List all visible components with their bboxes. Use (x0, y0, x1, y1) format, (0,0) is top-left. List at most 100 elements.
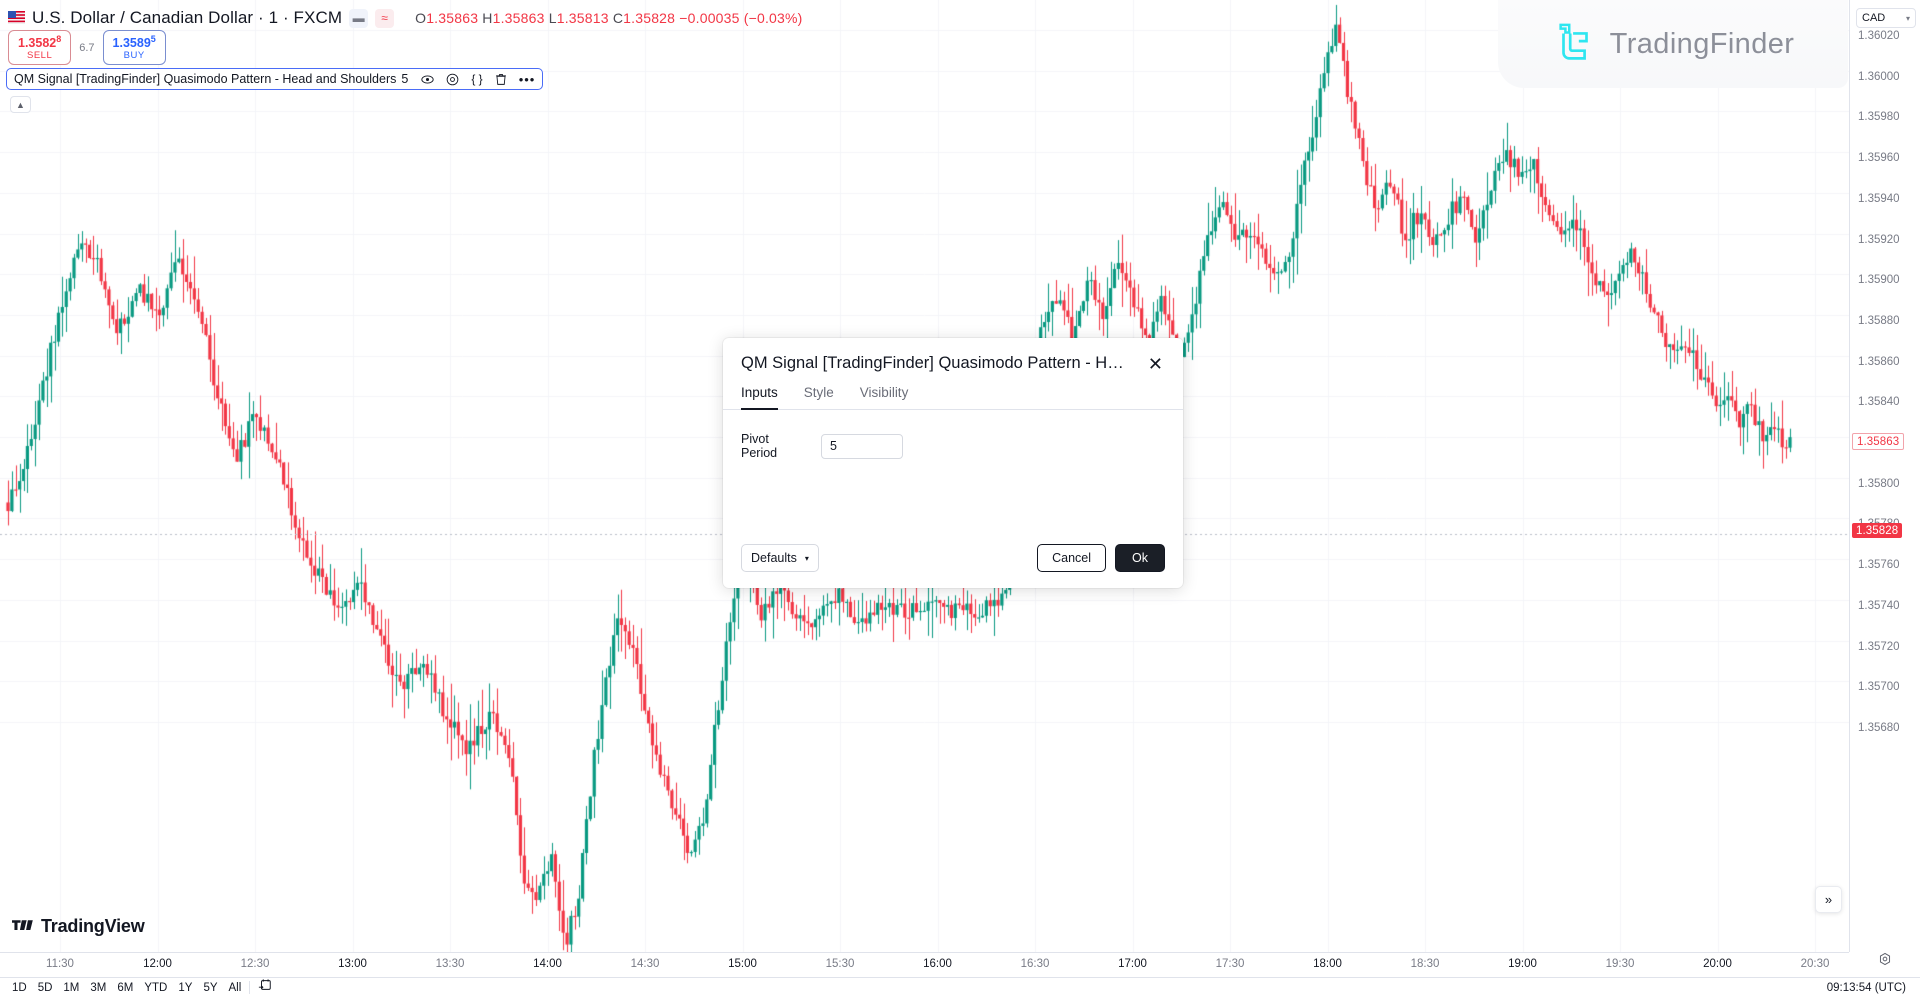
time-tick: 18:00 (1313, 958, 1342, 970)
tab-style[interactable]: Style (804, 385, 834, 409)
dialog-title: QM Signal [TradingFinder] Quasimodo Patt… (741, 354, 1146, 373)
time-tick: 18:30 (1411, 958, 1440, 970)
cancel-button[interactable]: Cancel (1037, 544, 1106, 572)
trade-buttons: 1.35828 SELL 6.7 1.35895 BUY (8, 30, 166, 65)
chevron-down-icon: ▾ (805, 554, 809, 563)
ohlc-open-value: 1.35863 (426, 10, 478, 26)
price-tag: 1.35828 (1852, 523, 1902, 538)
go-to-date-icon[interactable] (258, 978, 272, 997)
ohlc-low-value: 1.35813 (557, 10, 609, 26)
price-tick: 1.35940 (1858, 193, 1900, 205)
divider (249, 981, 250, 994)
bottom-toolbar: 1D 5D 1M 3M 6M YTD 1Y 5Y All 09:13:54 (UTC) (0, 977, 1920, 997)
chevron-down-icon: ▾ (1906, 14, 1910, 23)
tradingview-watermark: TradingView (12, 916, 145, 937)
time-tick: 15:30 (826, 958, 855, 970)
range-button-3m[interactable]: 3M (90, 982, 106, 994)
tab-inputs[interactable]: Inputs (741, 385, 778, 409)
range-button-5y[interactable]: 5Y (203, 982, 217, 994)
time-tick: 11:30 (46, 958, 74, 970)
pivot-period-label: Pivot Period (741, 432, 801, 460)
ohlc-low-label: L (549, 10, 557, 26)
pivot-period-field-row: Pivot Period (741, 432, 1165, 460)
buy-price: 1.35895 (113, 34, 156, 51)
tab-visibility[interactable]: Visibility (860, 385, 909, 409)
price-tick: 1.35760 (1858, 559, 1900, 571)
range-button-1m[interactable]: 1M (63, 982, 79, 994)
price-tick: 1.35840 (1858, 396, 1900, 408)
us-flag-icon (8, 11, 25, 25)
price-tick: 1.36000 (1858, 71, 1900, 83)
price-tick: 1.35800 (1858, 478, 1900, 490)
time-tick: 15:00 (728, 958, 757, 970)
tradingfinder-logo-icon (1552, 21, 1598, 67)
scroll-to-realtime-button[interactable]: » (1815, 886, 1842, 913)
collapse-legend-button[interactable]: ▲ (10, 96, 31, 113)
double-chevron-right-icon: » (1825, 892, 1832, 907)
sell-price: 1.35828 (18, 34, 61, 51)
range-button-5d[interactable]: 5D (38, 982, 53, 994)
range-buttons: 1D 5D 1M 3M 6M YTD 1Y 5Y All (0, 982, 241, 994)
clock-label: 09:13:54 (UTC) (1827, 982, 1920, 994)
more-icon[interactable]: ••• (519, 72, 536, 87)
price-scale[interactable]: CAD ▾ 1.360201.360001.359801.359601.3594… (1849, 0, 1920, 952)
indicator-value: 5 (401, 72, 408, 86)
range-button-ytd[interactable]: YTD (144, 982, 167, 994)
price-tick: 1.35740 (1858, 600, 1900, 612)
price-tick: 1.36020 (1858, 30, 1900, 42)
symbol-title[interactable]: U.S. Dollar / Canadian Dollar · 1 · FXCM (32, 8, 342, 28)
spread-value: 6.7 (79, 42, 94, 54)
source-code-icon[interactable]: { } (471, 72, 482, 86)
range-button-1d[interactable]: 1D (12, 982, 27, 994)
bar-chart-icon[interactable]: ▬ (349, 9, 368, 28)
tradingview-chart-page: CAD ▾ 1.360201.360001.359801.359601.3594… (0, 0, 1920, 997)
ok-button[interactable]: Ok (1115, 544, 1165, 572)
time-tick: 16:00 (923, 958, 952, 970)
buy-button[interactable]: 1.35895 BUY (103, 30, 166, 65)
symbol-legend: U.S. Dollar / Canadian Dollar · 1 · FXCM… (8, 8, 803, 28)
settings-icon[interactable] (446, 73, 459, 86)
range-button-1y[interactable]: 1Y (178, 982, 192, 994)
time-tick: 13:30 (436, 958, 465, 970)
pivot-period-input[interactable] (821, 434, 903, 459)
time-tick: 16:30 (1021, 958, 1050, 970)
tradingview-watermark-text: TradingView (41, 916, 145, 937)
ohlc-values: O1.35863 H1.35863 L1.35813 C1.35828 −0.0… (415, 10, 802, 26)
ohlc-high-value: 1.35863 (493, 10, 545, 26)
indicator-legend[interactable]: QM Signal [TradingFinder] Quasimodo Patt… (6, 68, 543, 90)
price-tick: 1.35960 (1858, 152, 1900, 164)
dialog-footer: Defaults ▾ Cancel Ok (723, 544, 1183, 588)
ohlc-close-label: C (613, 10, 623, 26)
defaults-button[interactable]: Defaults ▾ (741, 544, 819, 572)
range-button-6m[interactable]: 6M (117, 982, 133, 994)
currency-select[interactable]: CAD ▾ (1856, 8, 1916, 28)
price-tag: 1.35863 (1852, 433, 1904, 450)
indicator-settings-dialog[interactable]: QM Signal [TradingFinder] Quasimodo Patt… (723, 338, 1183, 588)
time-tick: 20:30 (1801, 958, 1830, 970)
time-tick: 14:00 (533, 958, 562, 970)
gear-icon[interactable] (1878, 952, 1892, 969)
time-tick: 17:00 (1118, 958, 1147, 970)
chevron-up-icon: ▲ (16, 100, 25, 110)
dialog-body: Pivot Period (723, 410, 1183, 544)
currency-label: CAD (1862, 12, 1885, 24)
price-tick: 1.35900 (1858, 274, 1900, 286)
time-tick: 19:30 (1606, 958, 1635, 970)
price-tick: 1.35880 (1858, 315, 1900, 327)
time-scale[interactable]: 11:3012:0012:3013:0013:3014:0014:3015:00… (0, 952, 1849, 977)
price-tick: 1.35720 (1858, 641, 1900, 653)
dialog-header: QM Signal [TradingFinder] Quasimodo Patt… (723, 338, 1183, 373)
dialog-tabs: Inputs Style Visibility (723, 373, 1183, 410)
ohlc-open-label: O (415, 10, 426, 26)
sell-button[interactable]: 1.35828 SELL (8, 30, 71, 65)
delete-icon[interactable] (495, 73, 507, 86)
close-icon[interactable]: ✕ (1146, 355, 1165, 373)
ohlc-change: −0.00035 (−0.03%) (679, 10, 802, 26)
wave-icon[interactable]: ≈ (375, 9, 394, 28)
range-button-all[interactable]: All (229, 982, 242, 994)
time-tick: 14:30 (631, 958, 660, 970)
time-tick: 20:00 (1703, 958, 1732, 970)
eye-icon[interactable] (421, 73, 434, 86)
price-tick: 1.35860 (1858, 356, 1900, 368)
tradingfinder-brand-name: TradingFinder (1610, 28, 1795, 61)
